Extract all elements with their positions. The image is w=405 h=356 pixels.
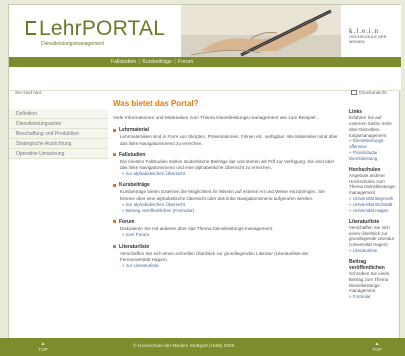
print-view-link[interactable]: Druckansicht bbox=[351, 90, 387, 96]
section-heading: Literaturliste bbox=[113, 244, 345, 250]
print-view-label: Druckansicht bbox=[359, 90, 387, 96]
section-heading-text: Literaturliste bbox=[119, 243, 150, 250]
literaturliste-link[interactable]: » zur Literaturliste bbox=[113, 263, 345, 269]
copyright-text: © Hochschule der Medien Stuttgart (HdM) … bbox=[133, 344, 235, 349]
section-fallstudien: Fallstudien Die meisten Fallstudien stel… bbox=[113, 152, 345, 178]
section-literaturliste: Literaturliste Verschaffen Sie sich eine… bbox=[113, 244, 345, 270]
hero-hand-pen-image bbox=[181, 5, 341, 57]
right-block-literaturliste: Literaturliste Verschaffen Sie sich eine… bbox=[349, 219, 399, 254]
right-block-text: Erfahren Sie auf externen Seiten mehr üb… bbox=[349, 115, 393, 138]
sidebar-item-strategische-ausrichtung[interactable]: Strategische Ausrichtung bbox=[9, 139, 108, 149]
topnav-separator: | bbox=[138, 59, 140, 65]
section-heading-text: Kursbeiträge bbox=[119, 182, 150, 189]
section-heading: Fallstudien bbox=[113, 152, 345, 158]
section-heading: Lehrmaterial bbox=[113, 127, 345, 133]
main-content: Was bietet das Portal? Viele Information… bbox=[113, 99, 345, 274]
top-navigation-links: Fallstudien | Kursbeiträge | Forum bbox=[111, 59, 193, 65]
back-to-top-label: TOP bbox=[372, 347, 382, 352]
topnav-separator: | bbox=[174, 59, 176, 65]
university-logo[interactable]: k.l.e.i.n HOCHSCHULE DER MEDIEN bbox=[349, 27, 401, 45]
bullet-icon bbox=[113, 128, 116, 132]
right-link-hagen[interactable]: » Universität Hagen bbox=[349, 208, 399, 214]
breadcrumb-bar bbox=[9, 67, 401, 91]
right-block-beitrag: Beitrag veröffentlichen Schreiben Sie ei… bbox=[349, 259, 399, 300]
right-link-eichstaett[interactable]: » Universität Eichstätt bbox=[349, 202, 399, 208]
back-to-top-left[interactable]: ▲ TOP bbox=[36, 342, 50, 353]
section-text: Verschaffen Sie sich einen schnellen Übe… bbox=[120, 250, 309, 262]
section-text: Lehrmaterialien sind in Form von Skripte… bbox=[120, 134, 338, 146]
right-link-literaturliste[interactable]: » Literaturliste bbox=[349, 248, 399, 254]
site-footer: ▲ TOP © Hochschule der Medien Stuttgart … bbox=[0, 338, 405, 356]
section-text: Die meisten Fallstudien stellen studenti… bbox=[120, 158, 335, 171]
right-sidebar: Links Erfahren Sie auf externen Seiten m… bbox=[349, 109, 399, 305]
breadcrumb: Sie sind hier: bbox=[15, 91, 43, 96]
right-link-dienstleistungsoffensive[interactable]: » Dienstleistungs-offensive bbox=[349, 138, 399, 150]
section-kursbeitraege: Kursbeiträge Kursbeiträge bieten Externe… bbox=[113, 182, 345, 214]
sidebar-navigation: Definition Dienstleistungsarten Beschaff… bbox=[9, 109, 108, 159]
topnav-item-fallstudien[interactable]: Fallstudien bbox=[111, 59, 136, 65]
section-heading: Kursbeiträge bbox=[113, 182, 345, 188]
section-forum: Forum Diskutieren Sie mit anderen über d… bbox=[113, 219, 345, 238]
page-background: LehrPORTAL Dienstleistungsmanagement k.l… bbox=[0, 0, 405, 356]
right-block-text: Schreiben Sie einen Beitrag zum Thema Di… bbox=[349, 270, 390, 294]
right-link-praxisstudie[interactable]: » Praxisstudie Dienstleistung bbox=[349, 150, 399, 162]
section-heading-text: Forum bbox=[119, 219, 135, 226]
bullet-icon bbox=[113, 153, 116, 157]
fallstudien-overview-link[interactable]: » zur alphabetischen Übersicht bbox=[113, 171, 345, 177]
right-block-heading: Beitrag veröffentlichen bbox=[349, 258, 385, 271]
section-lehrmaterial: Lehrmaterial Lehrmaterialien sind in For… bbox=[113, 127, 345, 146]
section-heading-text: Fallstudien bbox=[119, 151, 146, 158]
back-to-top-right[interactable]: ▲ TOP bbox=[370, 342, 384, 353]
logo-bracket-icon bbox=[26, 21, 36, 35]
page-title: Was bietet das Portal? bbox=[113, 99, 199, 108]
sidebar-item-beschaffung-produktion[interactable]: Beschaffung und Produktion bbox=[9, 129, 108, 139]
sidebar-item-definition[interactable]: Definition bbox=[9, 109, 108, 119]
university-logo-text: HOCHSCHULE DER MEDIEN bbox=[349, 34, 387, 45]
bullet-icon bbox=[113, 244, 116, 248]
right-block-text: Verschaffen Sie sich einen Überblick zur… bbox=[349, 224, 395, 248]
sidebar-item-operative-umsetzung[interactable]: Operative Umsetzung bbox=[9, 149, 108, 159]
section-heading-text: Lehrmaterial bbox=[119, 127, 150, 134]
section-heading: Forum bbox=[113, 219, 345, 225]
printer-icon bbox=[351, 90, 357, 95]
forum-link[interactable]: » zum Forum bbox=[113, 232, 345, 238]
page-container: LehrPORTAL Dienstleistungsmanagement k.l… bbox=[8, 4, 401, 348]
right-block-links: Links Erfahren Sie auf externen Seiten m… bbox=[349, 109, 399, 162]
topnav-item-forum[interactable]: Forum bbox=[178, 59, 193, 65]
section-text: Kursbeiträge bieten Externen die Möglich… bbox=[120, 189, 325, 201]
right-link-formular[interactable]: » Formular bbox=[349, 294, 399, 300]
topnav-item-kursbeitraege[interactable]: Kursbeiträge bbox=[142, 59, 171, 65]
right-block-text: Angebote anderer Hochschulen zum Thema D… bbox=[349, 172, 397, 196]
site-logo-title[interactable]: LehrPORTAL bbox=[39, 17, 165, 41]
bullet-icon bbox=[113, 220, 116, 224]
right-block-hochschulen: Hochschulen Angebote anderer Hochschulen… bbox=[349, 167, 399, 214]
site-header: LehrPORTAL Dienstleistungsmanagement k.l… bbox=[9, 5, 401, 57]
top-navigation-bar: Fallstudien | Kursbeiträge | Forum bbox=[9, 57, 401, 67]
bullet-icon bbox=[113, 183, 116, 187]
sidebar-item-dienstleistungsarten[interactable]: Dienstleistungsarten bbox=[9, 119, 108, 129]
publish-contribution-link[interactable]: » Beitrag veröffentlichen (Formular) bbox=[113, 208, 345, 214]
back-to-top-label: TOP bbox=[38, 347, 48, 352]
intro-text: Viele Informationen und Materialien zum … bbox=[113, 116, 320, 121]
site-logo-subtitle: Dienstleistungsmanagement bbox=[41, 41, 105, 47]
